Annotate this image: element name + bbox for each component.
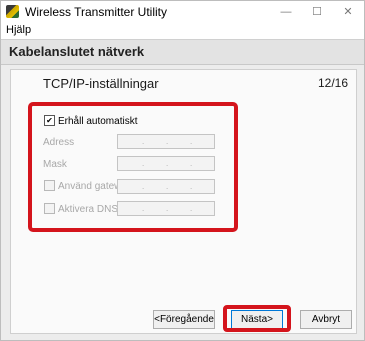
menu-help[interactable]: Hjälp xyxy=(6,24,31,36)
previous-button[interactable]: <Föregående xyxy=(153,310,215,329)
menu-bar: Hjälp xyxy=(1,23,364,39)
minimize-button[interactable]: — xyxy=(271,2,301,22)
close-button[interactable]: ✕ xyxy=(333,2,363,22)
page-counter: 12/16 xyxy=(317,76,348,90)
section-header: Kabelanslutet nätverk xyxy=(1,39,364,65)
app-icon xyxy=(6,5,19,18)
maximize-button[interactable]: ☐ xyxy=(302,2,332,22)
cancel-button[interactable]: Avbryt xyxy=(300,310,352,329)
form-highlight-frame xyxy=(28,102,238,232)
next-button-highlight-frame xyxy=(223,305,291,332)
window-title: Wireless Transmitter Utility xyxy=(25,5,168,19)
page-title: TCP/IP-inställningar xyxy=(43,76,159,91)
section-title: Kabelanslutet nätverk xyxy=(9,44,145,59)
title-bar: Wireless Transmitter Utility — ☐ ✕ xyxy=(1,1,364,23)
app-window: Wireless Transmitter Utility — ☐ ✕ Hjälp… xyxy=(0,0,365,341)
